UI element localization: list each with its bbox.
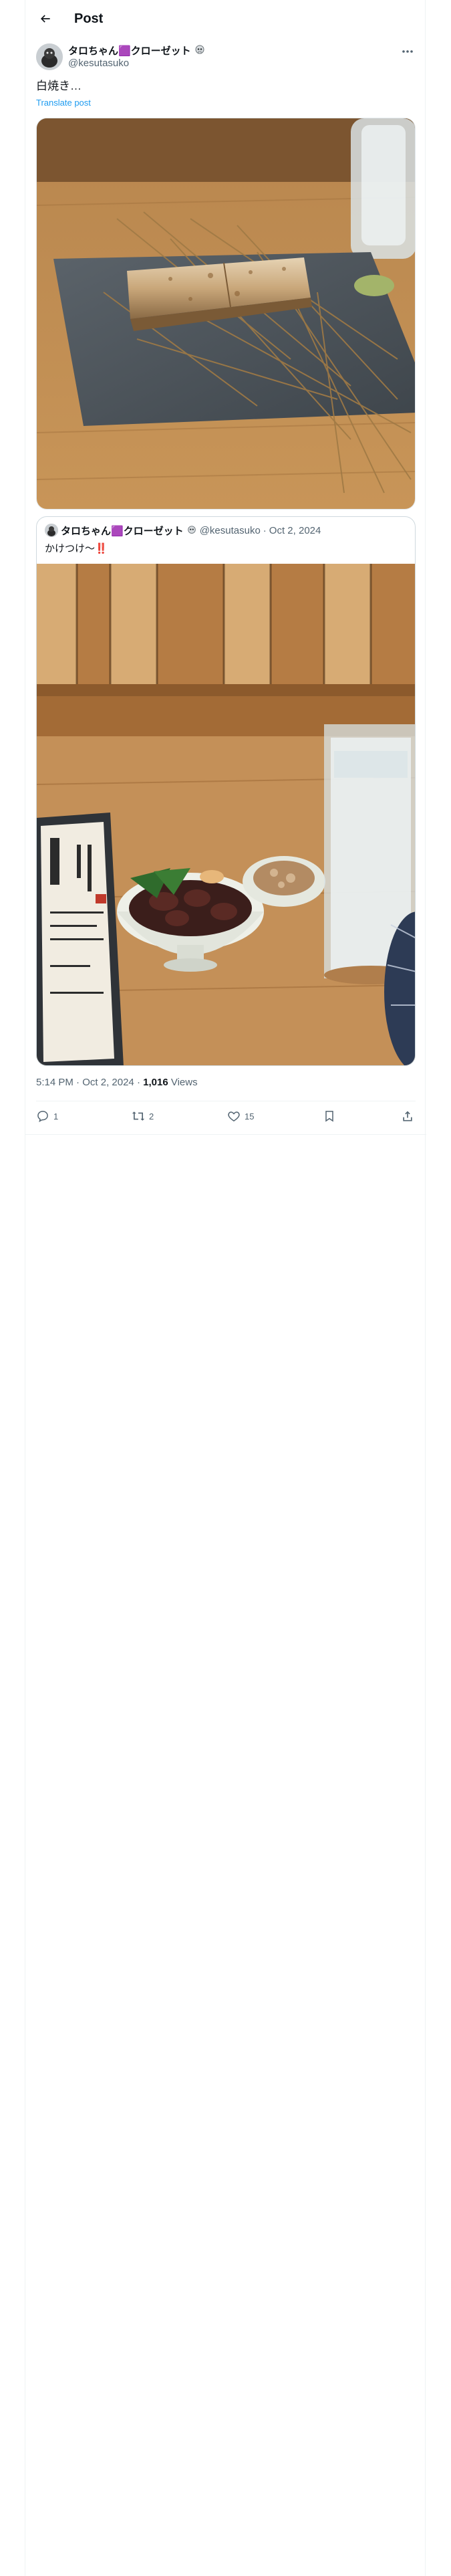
quoted-post-header: タロちゃん🟪クローゼット @kesutasuko · Oct 2, 2024 xyxy=(45,524,321,537)
views-label: Views xyxy=(170,1077,198,1088)
reply-count: 1 xyxy=(53,1111,59,1121)
bookmark-icon xyxy=(325,1111,333,1122)
divider xyxy=(25,1134,426,1135)
reply-icon xyxy=(37,1111,48,1122)
author-handle[interactable]: @kesutasuko xyxy=(68,58,129,69)
timestamp-separator: · xyxy=(76,1077,80,1088)
quoted-separator: · xyxy=(263,524,267,536)
like-icon xyxy=(228,1111,240,1121)
share-icon xyxy=(403,1111,412,1121)
author-name[interactable]: タロちゃん🟪クローゼット xyxy=(68,43,191,58)
quoted-author-name: タロちゃん🟪クローゼット xyxy=(61,525,184,537)
post-column: Post タロちゃん🟪クローゼット @kesutasuko 白焼き… Trans… xyxy=(25,0,426,2576)
quoted-post-text: かけつけ〜‼️ xyxy=(45,543,108,554)
reply-button[interactable]: 1 xyxy=(36,1109,58,1123)
share-button[interactable] xyxy=(401,1109,414,1123)
quoted-post-image[interactable] xyxy=(37,564,415,1065)
post-time[interactable]: 5:14 PM xyxy=(36,1077,73,1088)
quoted-avatar xyxy=(45,524,58,537)
post-timestamp: 5:14 PM · Oct 2, 2024 · 1,016 Views xyxy=(36,1077,198,1088)
timestamp-separator: · xyxy=(136,1077,140,1088)
avatar[interactable] xyxy=(36,43,63,70)
like-button[interactable]: 15 xyxy=(227,1109,254,1123)
quoted-date: Oct 2, 2024 xyxy=(269,524,321,536)
translate-post-link[interactable]: Translate post xyxy=(36,98,91,108)
post-image[interactable] xyxy=(36,118,416,510)
post-author: タロちゃん🟪クローゼット @kesutasuko xyxy=(36,43,416,72)
repost-button[interactable]: 2 xyxy=(132,1109,154,1123)
skull-badge-icon xyxy=(195,45,204,54)
repost-count: 2 xyxy=(149,1111,154,1121)
back-arrow-icon xyxy=(40,15,50,23)
repost-icon xyxy=(132,1111,145,1121)
quoted-author-handle: @kesutasuko xyxy=(199,524,261,536)
back-button[interactable] xyxy=(36,9,55,28)
author-name-row[interactable]: タロちゃん🟪クローゼット xyxy=(68,43,206,57)
post-date[interactable]: Oct 2, 2024 xyxy=(82,1077,134,1088)
page-title: Post xyxy=(74,11,104,26)
views-count: 1,016 xyxy=(143,1077,168,1088)
more-icon xyxy=(402,50,413,53)
bookmark-button[interactable] xyxy=(323,1109,336,1123)
post-text: 白焼き… xyxy=(36,80,82,92)
like-count: 15 xyxy=(245,1111,255,1121)
header: Post xyxy=(25,0,426,37)
skull-badge-icon xyxy=(187,526,196,534)
more-button[interactable] xyxy=(400,45,416,58)
quoted-post[interactable]: タロちゃん🟪クローゼット @kesutasuko · Oct 2, 2024 か… xyxy=(36,516,416,1066)
post-actions: 1 2 15 xyxy=(36,1101,416,1134)
